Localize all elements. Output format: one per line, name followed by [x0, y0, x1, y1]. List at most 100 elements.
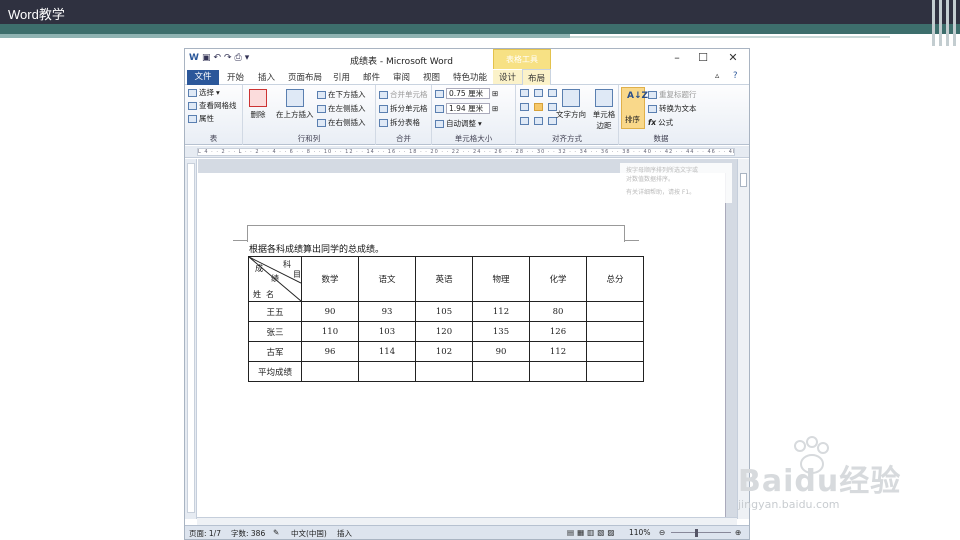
autofit-button[interactable]: 自动调整 ▾	[435, 118, 482, 129]
total-cell[interactable]	[586, 321, 644, 342]
column-header-physics[interactable]: 物理	[472, 256, 530, 302]
zoom-slider-thumb[interactable]	[695, 529, 698, 537]
tab-layout[interactable]: 布局	[522, 69, 552, 86]
vertical-ruler[interactable]	[185, 159, 197, 519]
tab-file[interactable]: 文件	[187, 70, 219, 85]
tab-insert[interactable]: 插入	[258, 71, 275, 83]
sort-button[interactable]: A↓Z 排序	[621, 87, 648, 129]
split-table-button[interactable]: 拆分表格	[379, 117, 420, 128]
row-height-field[interactable]: 0.75 厘米 ⊞	[435, 88, 498, 99]
zoom-in-icon[interactable]: ⊕	[735, 528, 741, 537]
score-cell[interactable]: 90	[472, 341, 530, 362]
score-cell[interactable]: 114	[358, 341, 416, 362]
tab-review[interactable]: 审阅	[393, 71, 410, 83]
delete-button[interactable]: 删除	[249, 89, 267, 120]
repeat-header-button[interactable]: 重复标题行	[648, 89, 697, 100]
minimize-ribbon-icon[interactable]: ▵	[715, 71, 719, 81]
align-top-left-icon[interactable]	[520, 89, 529, 97]
score-cell[interactable]	[529, 361, 587, 382]
tab-page-layout[interactable]: 页面布局	[288, 71, 322, 83]
row-height-value[interactable]: 0.75 厘米	[446, 88, 490, 99]
cell-margins-button[interactable]: 单元格边距	[592, 89, 616, 131]
print-icon[interactable]: ⎙	[235, 53, 242, 63]
align-middle-center-icon[interactable]	[534, 103, 543, 111]
undo-icon[interactable]: ↶	[213, 53, 221, 63]
select-button[interactable]: 选择 ▾	[188, 87, 220, 98]
distribute-columns-icon[interactable]: ⊞	[492, 104, 498, 113]
split-cells-button[interactable]: 拆分单元格	[379, 103, 428, 114]
properties-button[interactable]: 属性	[188, 113, 214, 124]
help-icon[interactable]: ?	[733, 71, 738, 81]
redo-icon[interactable]: ↷	[224, 53, 232, 63]
insert-left-button[interactable]: 在左侧插入	[317, 103, 366, 114]
tab-home[interactable]: 开始	[227, 71, 244, 83]
column-width-field[interactable]: 1.94 厘米 ⊞	[435, 103, 498, 114]
distribute-rows-icon[interactable]: ⊞	[492, 89, 498, 98]
row-name-cell[interactable]: 王五	[248, 301, 302, 322]
score-cell[interactable]	[472, 361, 530, 382]
align-top-center-icon[interactable]	[534, 89, 543, 97]
diagonal-header-cell[interactable]: 成 科 目 绩 姓 名	[248, 256, 302, 302]
score-cell[interactable]	[415, 361, 473, 382]
column-header-total[interactable]: 总分	[586, 256, 644, 302]
tab-special[interactable]: 特色功能	[453, 71, 487, 83]
align-bottom-left-icon[interactable]	[520, 117, 529, 125]
total-cell[interactable]	[586, 341, 644, 362]
zoom-level[interactable]: 110%	[629, 528, 650, 537]
column-width-value[interactable]: 1.94 厘米	[446, 103, 490, 114]
score-cell[interactable]: 126	[529, 321, 587, 342]
horizontal-scrollbar[interactable]	[197, 517, 737, 525]
column-header-chinese[interactable]: 语文	[358, 256, 416, 302]
minimize-button[interactable]: –	[667, 51, 687, 67]
column-header-english[interactable]: 英语	[415, 256, 473, 302]
row-name-cell[interactable]: 张三	[248, 321, 302, 342]
instruction-text[interactable]: 根据各科成绩算出同学的总成绩。	[249, 242, 384, 255]
column-header-chemistry[interactable]: 化学	[529, 256, 587, 302]
total-cell[interactable]	[586, 301, 644, 322]
close-button[interactable]: ✕	[723, 51, 743, 67]
tab-view[interactable]: 视图	[423, 71, 440, 83]
scroll-thumb[interactable]	[740, 173, 747, 187]
score-cell[interactable]: 80	[529, 301, 587, 322]
score-cell[interactable]	[358, 361, 416, 382]
total-cell[interactable]	[586, 361, 644, 382]
score-cell[interactable]: 112	[529, 341, 587, 362]
row-name-cell[interactable]: 平均成绩	[248, 361, 302, 382]
word-count[interactable]: 字数: 386	[231, 528, 265, 539]
grades-table[interactable]: 成 科 目 绩 姓 名 数学 语文 英语 物理 化学 总分 王五 90 93 1…	[248, 256, 644, 382]
convert-to-text-button[interactable]: 转换为文本	[648, 103, 697, 114]
save-icon[interactable]: ▣	[202, 53, 211, 63]
score-cell[interactable]: 135	[472, 321, 530, 342]
tab-references[interactable]: 引用	[333, 71, 350, 83]
score-cell[interactable]	[301, 361, 359, 382]
view-gridlines-button[interactable]: 查看网格线	[188, 100, 237, 111]
insert-right-button[interactable]: 在右侧插入	[317, 117, 366, 128]
view-buttons-icon[interactable]: ▤▦▥▧▨	[567, 528, 617, 537]
insert-mode[interactable]: 插入	[337, 528, 352, 539]
language[interactable]: 中文(中国)	[291, 528, 327, 539]
page-count[interactable]: 页面: 1/7	[189, 528, 221, 539]
score-cell[interactable]: 96	[301, 341, 359, 362]
score-cell[interactable]: 105	[415, 301, 473, 322]
row-name-cell[interactable]: 古军	[248, 341, 302, 362]
align-middle-left-icon[interactable]	[520, 103, 529, 111]
insert-above-button[interactable]: 在上方插入	[276, 89, 314, 120]
score-cell[interactable]: 120	[415, 321, 473, 342]
align-bottom-center-icon[interactable]	[534, 117, 543, 125]
score-cell[interactable]: 110	[301, 321, 359, 342]
horizontal-ruler[interactable]: L 4 · · 2 · · L · · 2 · · 4 · · 6 · · 8 …	[185, 146, 749, 158]
score-cell[interactable]: 103	[358, 321, 416, 342]
merge-cells-button[interactable]: 合并单元格	[379, 89, 428, 100]
score-cell[interactable]: 90	[301, 301, 359, 322]
formula-button[interactable]: fx 公式	[648, 117, 673, 128]
insert-below-button[interactable]: 在下方插入	[317, 89, 366, 100]
score-cell[interactable]: 112	[472, 301, 530, 322]
text-direction-button[interactable]: 文字方向	[556, 89, 586, 120]
tab-mailings[interactable]: 邮件	[363, 71, 380, 83]
score-cell[interactable]: 102	[415, 341, 473, 362]
column-header-math[interactable]: 数学	[301, 256, 359, 302]
zoom-slider[interactable]	[671, 532, 731, 533]
maximize-button[interactable]: ☐	[693, 51, 713, 67]
score-cell[interactable]: 93	[358, 301, 416, 322]
zoom-out-icon[interactable]: ⊖	[659, 528, 665, 537]
